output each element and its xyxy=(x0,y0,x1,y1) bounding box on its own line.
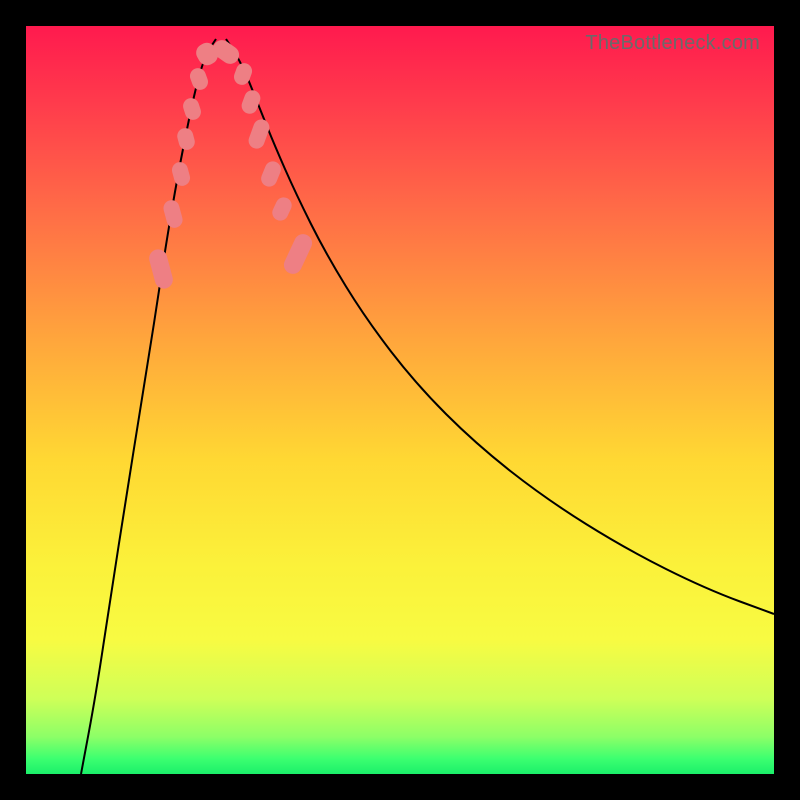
marker-right-1 xyxy=(232,61,255,87)
marker-left-5 xyxy=(188,66,211,92)
marker-right-4 xyxy=(259,159,284,189)
watermark-text: TheBottleneck.com xyxy=(585,32,760,55)
marker-right-2 xyxy=(239,88,262,116)
marker-right-5 xyxy=(270,195,295,224)
marker-left-2 xyxy=(170,160,192,187)
marker-left-1 xyxy=(162,198,185,229)
chart-plot-area: TheBottleneck.com xyxy=(26,26,774,774)
marker-right-3 xyxy=(246,117,271,151)
marker-left-0 xyxy=(147,247,175,290)
marker-left-3 xyxy=(175,126,196,151)
marker-right-0 xyxy=(209,37,242,68)
data-markers-layer xyxy=(26,26,774,774)
marker-right-6 xyxy=(281,231,315,277)
marker-left-4 xyxy=(181,96,203,122)
